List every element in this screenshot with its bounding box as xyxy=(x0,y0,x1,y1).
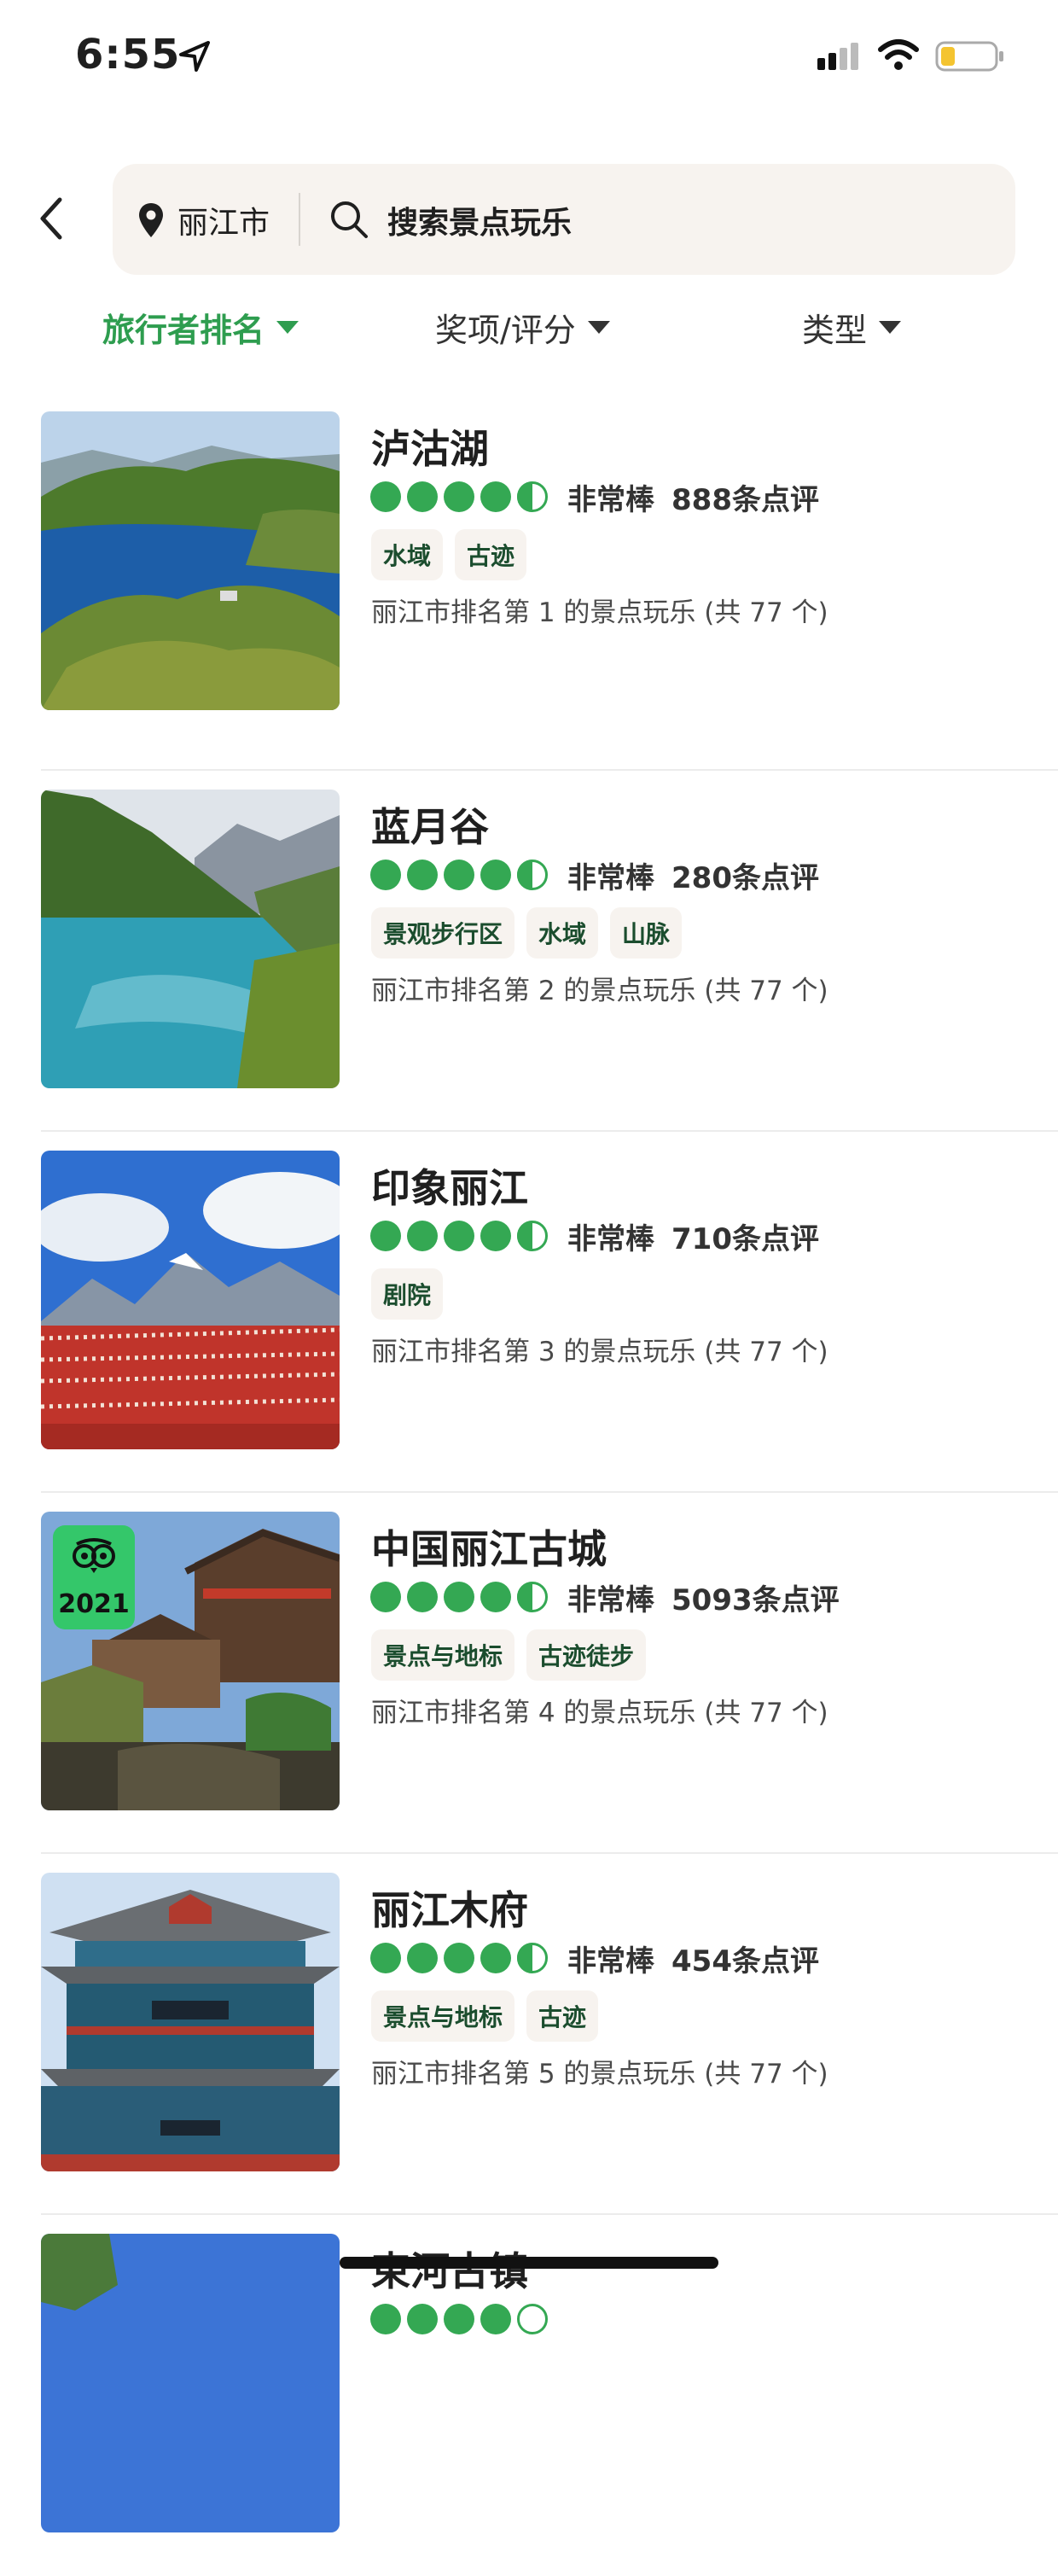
filter-traveler-ranking[interactable]: 旅行者排名 xyxy=(102,304,299,351)
attraction-title[interactable]: 束河古镇 xyxy=(371,2241,528,2297)
review-count[interactable]: 888条点评 xyxy=(671,476,819,518)
ranking-text: 丽江市排名第 4 的景点玩乐 (共 77 个) xyxy=(371,1698,828,1728)
search-bar[interactable]: 丽江市 搜索景点玩乐 xyxy=(113,164,1015,275)
filter-type[interactable]: 类型 xyxy=(802,304,902,351)
rating-row: 非常棒 454条点评 xyxy=(369,1938,819,1979)
ranking-text: 丽江市排名第 5 的景点玩乐 (共 77 个) xyxy=(371,2059,828,2089)
search-divider xyxy=(299,193,300,246)
review-count[interactable]: 280条点评 xyxy=(671,854,819,896)
status-time: 6:55 xyxy=(75,31,181,79)
rating-row: 非常棒 5093条点评 xyxy=(369,1576,840,1618)
list-item[interactable]: 泸沽湖 非常棒 888条点评 水域 古迹 丽江市排名第 1 的景点玩乐 (共 7… xyxy=(0,410,1058,771)
tag: 水域 xyxy=(526,907,599,959)
review-count[interactable]: 5093条点评 xyxy=(671,1576,840,1618)
map-pin-icon xyxy=(139,203,163,237)
owl-icon xyxy=(73,1538,115,1573)
list-item[interactable]: 束河古镇 xyxy=(0,2215,1058,2576)
tag: 景点与地标 xyxy=(371,1990,515,2042)
back-icon[interactable] xyxy=(34,193,72,244)
tag: 景点与地标 xyxy=(371,1629,515,1681)
tag: 山脉 xyxy=(610,907,683,959)
cellular-signal-icon xyxy=(817,43,858,70)
tag-list: 剧院 xyxy=(371,1268,444,1320)
filter-label: 类型 xyxy=(802,312,868,349)
attraction-title[interactable]: 印象丽江 xyxy=(371,1157,528,1214)
chevron-down-icon xyxy=(276,321,299,334)
attraction-list: 泸沽湖 非常棒 888条点评 水域 古迹 丽江市排名第 1 的景点玩乐 (共 7… xyxy=(0,410,1058,2576)
review-count[interactable]: 454条点评 xyxy=(671,1938,819,1979)
search-icon xyxy=(331,201,368,238)
rating-label: 非常棒 xyxy=(567,860,654,895)
filter-label: 旅行者排名 xyxy=(102,312,265,349)
travelers-choice-award-badge: 2021 xyxy=(53,1525,135,1629)
home-indicator[interactable] xyxy=(340,2257,718,2269)
filter-label: 奖项/评分 xyxy=(435,312,576,349)
rating-label: 非常棒 xyxy=(567,1221,654,1256)
chevron-down-icon xyxy=(879,321,902,334)
attraction-photo[interactable] xyxy=(41,411,340,710)
award-year: 2021 xyxy=(58,1589,130,1619)
rating-bubbles-icon xyxy=(370,1943,548,1973)
search-input[interactable]: 搜索景点玩乐 xyxy=(387,198,572,242)
rating-bubbles-icon xyxy=(370,481,548,512)
tag-list: 水域 古迹 xyxy=(371,529,527,580)
status-bar: 6:55 xyxy=(0,0,1058,119)
rating-bubbles-icon xyxy=(370,860,548,890)
attraction-photo[interactable]: 2021 xyxy=(41,1512,340,1810)
rating-label: 非常棒 xyxy=(567,482,654,517)
attraction-photo[interactable] xyxy=(41,2234,340,2532)
rating-bubbles-icon xyxy=(370,2304,548,2334)
chevron-down-icon xyxy=(587,321,610,334)
list-item[interactable]: 蓝月谷 非常棒 280条点评 景观步行区 水域 山脉 丽江市排名第 2 的景点玩… xyxy=(0,771,1058,1132)
attraction-title[interactable]: 蓝月谷 xyxy=(371,796,489,853)
wifi-icon xyxy=(878,39,919,70)
attraction-photo[interactable] xyxy=(41,790,340,1088)
list-item[interactable]: 丽江木府 非常棒 454条点评 景点与地标 古迹 丽江市排名第 5 的景点玩乐 … xyxy=(0,1854,1058,2215)
rating-label: 非常棒 xyxy=(567,1582,654,1617)
filter-awards-rating[interactable]: 奖项/评分 xyxy=(435,304,610,351)
tag: 古迹徒步 xyxy=(526,1629,647,1681)
tag: 水域 xyxy=(371,529,444,580)
rating-row xyxy=(369,2300,549,2338)
tag: 景观步行区 xyxy=(371,907,515,959)
rating-row: 非常棒 888条点评 xyxy=(369,476,819,518)
list-item[interactable]: 2021 中国丽江古城 非常棒 5093条点评 景点与地标 古迹徒步 丽江市排名… xyxy=(0,1493,1058,1854)
attraction-title[interactable]: 丽江木府 xyxy=(371,1880,528,1936)
tag-list: 景点与地标 古迹徒步 xyxy=(371,1629,647,1681)
rating-row: 非常棒 710条点评 xyxy=(369,1215,819,1257)
tag-list: 景观步行区 水域 山脉 xyxy=(371,907,683,959)
rating-bubbles-icon xyxy=(370,1221,548,1251)
rating-label: 非常棒 xyxy=(567,1944,654,1979)
ranking-text: 丽江市排名第 2 的景点玩乐 (共 77 个) xyxy=(371,976,828,1006)
ranking-text: 丽江市排名第 1 的景点玩乐 (共 77 个) xyxy=(371,597,828,628)
attraction-title[interactable]: 泸沽湖 xyxy=(371,418,489,475)
tag: 剧院 xyxy=(371,1268,444,1320)
tag: 古迹 xyxy=(526,1990,599,2042)
ranking-text: 丽江市排名第 3 的景点玩乐 (共 77 个) xyxy=(371,1337,828,1367)
review-count[interactable]: 710条点评 xyxy=(671,1215,819,1257)
attraction-photo[interactable] xyxy=(41,1873,340,2171)
battery-icon xyxy=(935,41,1003,72)
rating-row: 非常棒 280条点评 xyxy=(369,854,819,896)
attraction-title[interactable]: 中国丽江古城 xyxy=(371,1518,607,1575)
city-selector[interactable]: 丽江市 xyxy=(177,198,270,242)
attraction-photo[interactable] xyxy=(41,1151,340,1449)
tag-list: 景点与地标 古迹 xyxy=(371,1990,599,2042)
rating-bubbles-icon xyxy=(370,1582,548,1612)
location-arrow-icon xyxy=(179,41,210,72)
tag: 古迹 xyxy=(455,529,527,580)
list-item[interactable]: 印象丽江 非常棒 710条点评 剧院 丽江市排名第 3 的景点玩乐 (共 77 … xyxy=(0,1132,1058,1493)
